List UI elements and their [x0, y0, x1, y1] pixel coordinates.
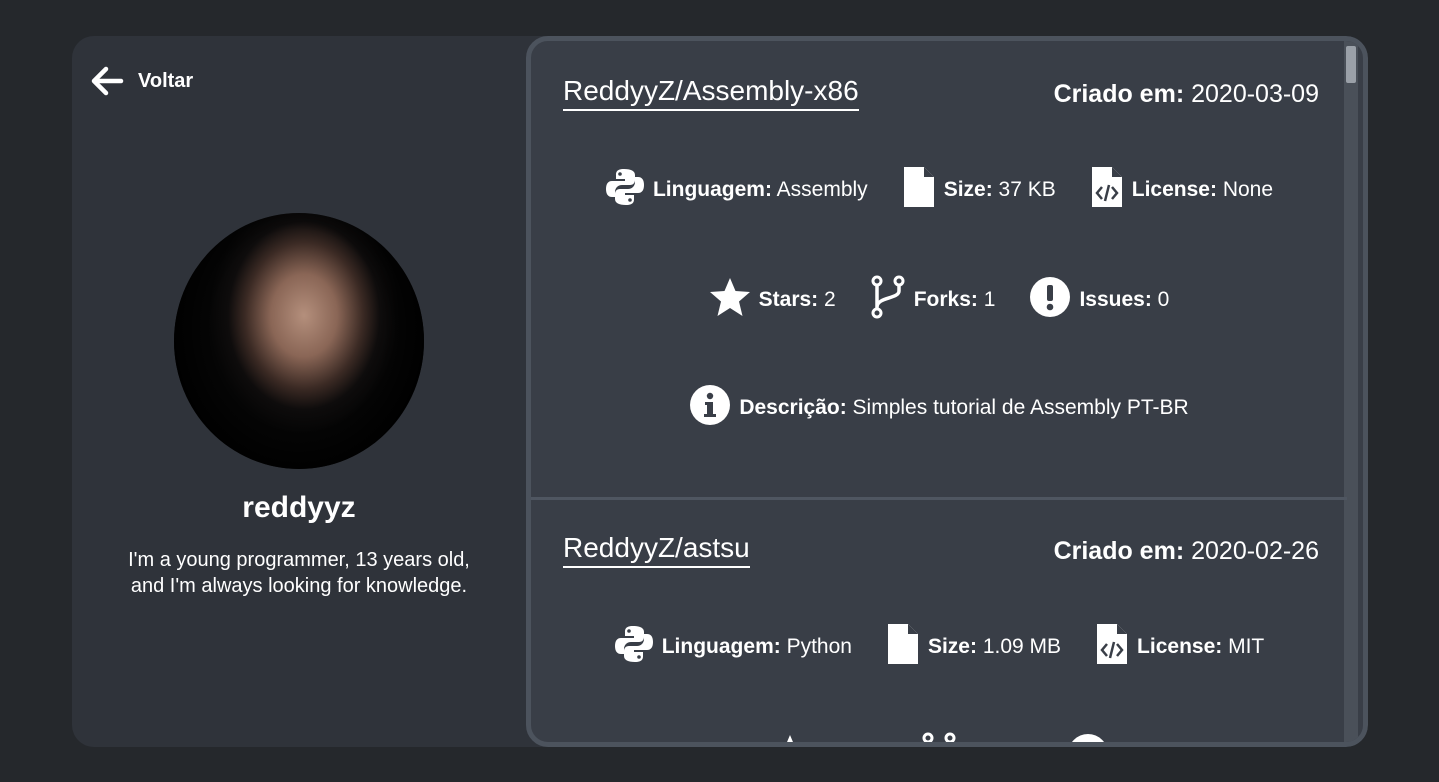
file-icon	[902, 165, 936, 215]
repo-issues: Issues: 0	[1029, 276, 1169, 324]
forks-label: Forks:	[913, 288, 978, 311]
created-label: Criado em:	[1053, 537, 1185, 565]
language-value: Python	[786, 635, 852, 658]
repo-meta-row: Linguagem: Python Size: 1.09 MB License:…	[531, 622, 1347, 672]
star-icon	[709, 277, 751, 323]
repo-language: Linguagem: Python	[614, 624, 852, 670]
repo-list[interactable]: ReddyyZ/Assembly-x86 Criado em: 2020-03-…	[526, 36, 1368, 747]
exclamation-circle-icon	[1067, 733, 1109, 742]
issues-value: 0	[1157, 288, 1170, 311]
repo-stats-row: Stars: 2 Forks: 1 Issues: 0	[531, 275, 1347, 325]
size-label: Size:	[927, 635, 977, 658]
license-label: License:	[1131, 178, 1217, 201]
python-icon	[605, 167, 645, 213]
repo-license: License: None	[1090, 165, 1273, 215]
file-code-icon	[1090, 165, 1124, 215]
repo-stars: Stars: 2	[709, 277, 836, 323]
info-circle-icon	[689, 384, 731, 432]
repo-forks	[921, 732, 957, 742]
size-value: 1.09 MB	[982, 635, 1062, 658]
stars-label: Stars:	[758, 288, 819, 311]
repo-size: Size: 37 KB	[902, 165, 1056, 215]
repo-name-link[interactable]: ReddyyZ/Assembly-x86	[563, 75, 859, 111]
exclamation-circle-icon	[1029, 276, 1071, 324]
back-label: Voltar	[138, 69, 194, 92]
profile-panel: Voltar reddyyz I'm a young programmer, 1…	[72, 36, 526, 747]
repo-created: Criado em: 2020-02-26	[1054, 535, 1319, 567]
back-button[interactable]: Voltar	[90, 66, 193, 96]
repo-issues	[1067, 733, 1109, 742]
repo-language: Linguagem: Assembly	[605, 167, 868, 213]
repo-divider	[531, 497, 1347, 500]
fork-icon	[870, 275, 906, 325]
user-bio: I'm a young programmer, 13 years old, an…	[128, 549, 470, 597]
license-label: License:	[1137, 635, 1223, 658]
issues-label: Issues:	[1079, 288, 1152, 311]
username: reddyyz	[242, 491, 356, 524]
description-value: Simples tutorial de Assembly PT-BR	[852, 396, 1189, 419]
profile-card: Voltar reddyyz I'm a young programmer, 1…	[72, 36, 1368, 747]
language-value: Assembly	[776, 178, 868, 201]
created-value: 2020-03-09	[1191, 80, 1319, 108]
license-value: None	[1222, 178, 1274, 201]
repo-forks: Forks: 1	[870, 275, 996, 325]
repo-license: License: MIT	[1095, 622, 1264, 672]
size-value: 37 KB	[998, 178, 1056, 201]
python-icon	[614, 624, 654, 670]
avatar	[174, 213, 424, 469]
created-value: 2020-02-26	[1191, 537, 1319, 565]
repo-stars	[769, 734, 811, 742]
stars-value: 2	[824, 288, 836, 311]
file-icon	[886, 622, 920, 672]
repo-name-link[interactable]: ReddyyZ/astsu	[563, 532, 750, 568]
star-icon	[769, 734, 811, 742]
size-label: Size:	[943, 178, 993, 201]
fork-icon	[921, 732, 957, 742]
repo-meta-row: Linguagem: Assembly Size: 37 KB License:…	[531, 165, 1347, 215]
forks-value: 1	[983, 288, 996, 311]
repo-description-row: Descrição: Simples tutorial de Assembly …	[531, 384, 1347, 432]
language-label: Linguagem:	[652, 178, 772, 201]
repo-size: Size: 1.09 MB	[886, 622, 1061, 672]
repo-stats-row	[531, 732, 1347, 742]
created-label: Criado em:	[1053, 80, 1185, 108]
description-label: Descrição:	[739, 396, 847, 419]
repo-created: Criado em: 2020-03-09	[1054, 78, 1319, 110]
arrow-left-icon	[90, 66, 124, 96]
language-label: Linguagem:	[661, 635, 781, 658]
scrollbar-thumb[interactable]	[1346, 46, 1356, 83]
file-code-icon	[1095, 622, 1129, 672]
repo-description: Descrição: Simples tutorial de Assembly …	[689, 384, 1189, 432]
license-value: MIT	[1228, 635, 1265, 658]
